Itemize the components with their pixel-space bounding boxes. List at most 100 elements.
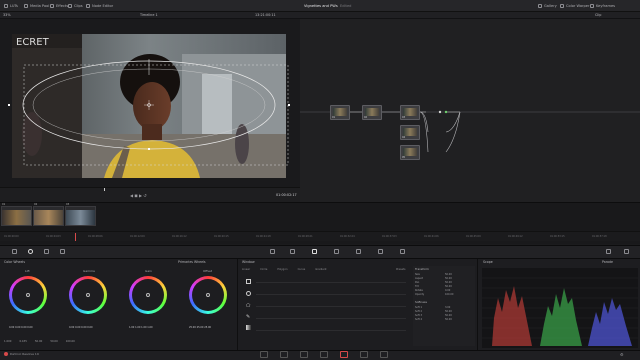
timeline-selector[interactable]: Timeline 1 [140, 13, 158, 17]
transform-value[interactable]: 50.00 [445, 285, 473, 288]
wheel-label-gamma: Gamma [83, 269, 95, 273]
color-page-tab[interactable] [340, 351, 348, 358]
node-editor[interactable]: 01 02 03 04 05 [300, 19, 640, 202]
cut-page-tab[interactable] [280, 351, 288, 358]
node-03[interactable]: 03 [400, 105, 420, 120]
clip-thumb-02[interactable]: 02 [33, 203, 64, 226]
node-02[interactable]: 02 [362, 105, 382, 120]
color-wheels-icon[interactable] [28, 249, 33, 254]
clip-thumb-03[interactable]: 03 [65, 203, 96, 226]
contrast-value[interactable]: 1.000 [4, 340, 11, 343]
node-01[interactable]: 01 [330, 105, 350, 120]
lift-values[interactable]: 0.00 0.00 0.00 0.00 [9, 326, 33, 329]
node-label: 02 [364, 116, 368, 119]
gain-values[interactable]: 1.00 1.00 1.00 1.00 [129, 326, 153, 329]
transform-value[interactable]: 50.00 [445, 281, 473, 284]
tracker-icon[interactable] [334, 249, 339, 254]
scope-toggle-icon[interactable] [606, 249, 611, 254]
gamma-wheel-handle[interactable] [86, 293, 90, 297]
info-icon[interactable] [624, 249, 629, 254]
window-gradient-icon[interactable] [246, 325, 251, 330]
node-04[interactable]: 04 [400, 125, 420, 140]
lift-wheel-handle[interactable] [26, 293, 30, 297]
softness-value[interactable]: 50.00 [445, 318, 473, 321]
scope-mode-selector[interactable]: Parade [602, 259, 613, 266]
clip-thumb-01[interactable]: 01 [1, 203, 32, 226]
gallery-icon [538, 4, 542, 8]
color-warper-icon [560, 4, 564, 8]
settings-gear-icon[interactable]: ⚙ [620, 352, 624, 357]
qualifier-icon[interactable] [290, 249, 295, 254]
timeline-playhead[interactable] [75, 233, 76, 241]
transform-key: Pan [415, 281, 420, 284]
lum-mix-value[interactable]: 100.00 [66, 340, 75, 343]
gamma-values[interactable]: 0.00 0.00 0.00 0.00 [69, 326, 93, 329]
transform-value[interactable]: 0.00 [445, 289, 473, 292]
viewer-timecode: 13:21:00:11 [255, 13, 276, 17]
curves-icon[interactable] [270, 249, 275, 254]
window-polygon-icon[interactable]: ⬠ [246, 303, 250, 309]
ruler-tick: 01:00:32:24 [340, 235, 355, 238]
window-pen-icon[interactable]: ✎ [246, 314, 250, 320]
window-square-icon[interactable] [246, 279, 251, 284]
fusion-page-tab[interactable] [320, 351, 328, 358]
viewer-zoom[interactable]: 33% [3, 13, 11, 17]
window-circle-icon[interactable] [246, 291, 251, 296]
toolbar-node-editor[interactable]: Node Editor [86, 3, 113, 9]
gain-wheel-handle[interactable] [146, 293, 150, 297]
fairlight-page-tab[interactable] [360, 351, 368, 358]
pivot-value[interactable]: 0.435 [19, 340, 26, 343]
parade-scope[interactable] [482, 268, 638, 348]
transform-value[interactable]: 50.00 [445, 273, 473, 276]
node-05[interactable]: 05 [400, 145, 420, 160]
toolbar-media-pool[interactable]: Media Pool [24, 3, 49, 9]
window-overlay[interactable] [0, 19, 300, 187]
window-tab-curve[interactable]: Curve [298, 268, 306, 271]
magic-mask-icon[interactable] [356, 249, 361, 254]
ruler-tick: 01:00:12:09 [130, 235, 145, 238]
wheels-bottom-controls: 1.000 0.435 50.00 50.00 100.00 [4, 340, 75, 343]
transform-value[interactable]: 100.00 [445, 293, 473, 296]
window-list[interactable] [256, 279, 406, 339]
edit-page-tab[interactable] [300, 351, 308, 358]
deliver-page-tab[interactable] [380, 351, 388, 358]
scrubber-playhead[interactable] [104, 188, 105, 191]
hdr-icon[interactable] [44, 249, 49, 254]
softness-value[interactable]: 50.00 [445, 314, 473, 317]
transform-value[interactable]: 50.00 [445, 277, 473, 280]
softness-value[interactable]: 50.00 [445, 310, 473, 313]
transport-controls[interactable]: ◀ ◼ ▶ ↺ [130, 193, 147, 198]
rgb-mixer-icon[interactable] [60, 249, 65, 254]
transform-key: Opacity [415, 293, 425, 296]
offset-wheel-handle[interactable] [206, 293, 210, 297]
wheel-label-gain: Gain [145, 269, 152, 273]
toolbar-effects[interactable]: Effects [50, 3, 68, 9]
window-tab-gradient[interactable]: Gradient [315, 268, 326, 271]
transform-key: Size [415, 273, 420, 276]
softness-value[interactable]: 3.00 [445, 306, 473, 309]
hue-value[interactable]: 50.00 [50, 340, 57, 343]
toolbar-gallery[interactable]: Gallery [538, 3, 557, 9]
ruler-tick: 01:00:20:15 [214, 235, 229, 238]
toolbar-clips[interactable]: Clips [68, 3, 83, 9]
edited-label: Edited [340, 4, 352, 8]
toolbar-keyframes[interactable]: Keyframes [590, 3, 615, 9]
toolbar-luts[interactable]: LUTs [4, 3, 18, 9]
saturation-value[interactable]: 50.00 [35, 340, 42, 343]
window-tool-icon[interactable] [312, 249, 317, 254]
window-presets[interactable]: Presets [396, 268, 405, 271]
window-tab-linear[interactable]: Linear [242, 268, 250, 271]
media-page-tab[interactable] [260, 351, 268, 358]
toolbar-keyframes-label: Keyframes [596, 4, 616, 8]
key-icon[interactable] [400, 249, 405, 254]
window-tab-polygon[interactable]: Polygon [277, 268, 287, 271]
node-thumbnail [403, 108, 417, 116]
toolbar-color-warper[interactable]: Color Warper [560, 3, 590, 9]
window-tab-circle[interactable]: Circle [260, 268, 267, 271]
blur-icon[interactable] [378, 249, 383, 254]
viewer-header: 33% Timeline 1 13:21:00:11 [0, 12, 300, 19]
camera-raw-icon[interactable] [12, 249, 17, 254]
node-clip-selector[interactable]: Clip [595, 13, 601, 17]
offset-values[interactable]: 25.00 25.00 25.00 [189, 326, 211, 329]
wheels-mode-selector[interactable]: Primaries Wheels [178, 259, 206, 266]
